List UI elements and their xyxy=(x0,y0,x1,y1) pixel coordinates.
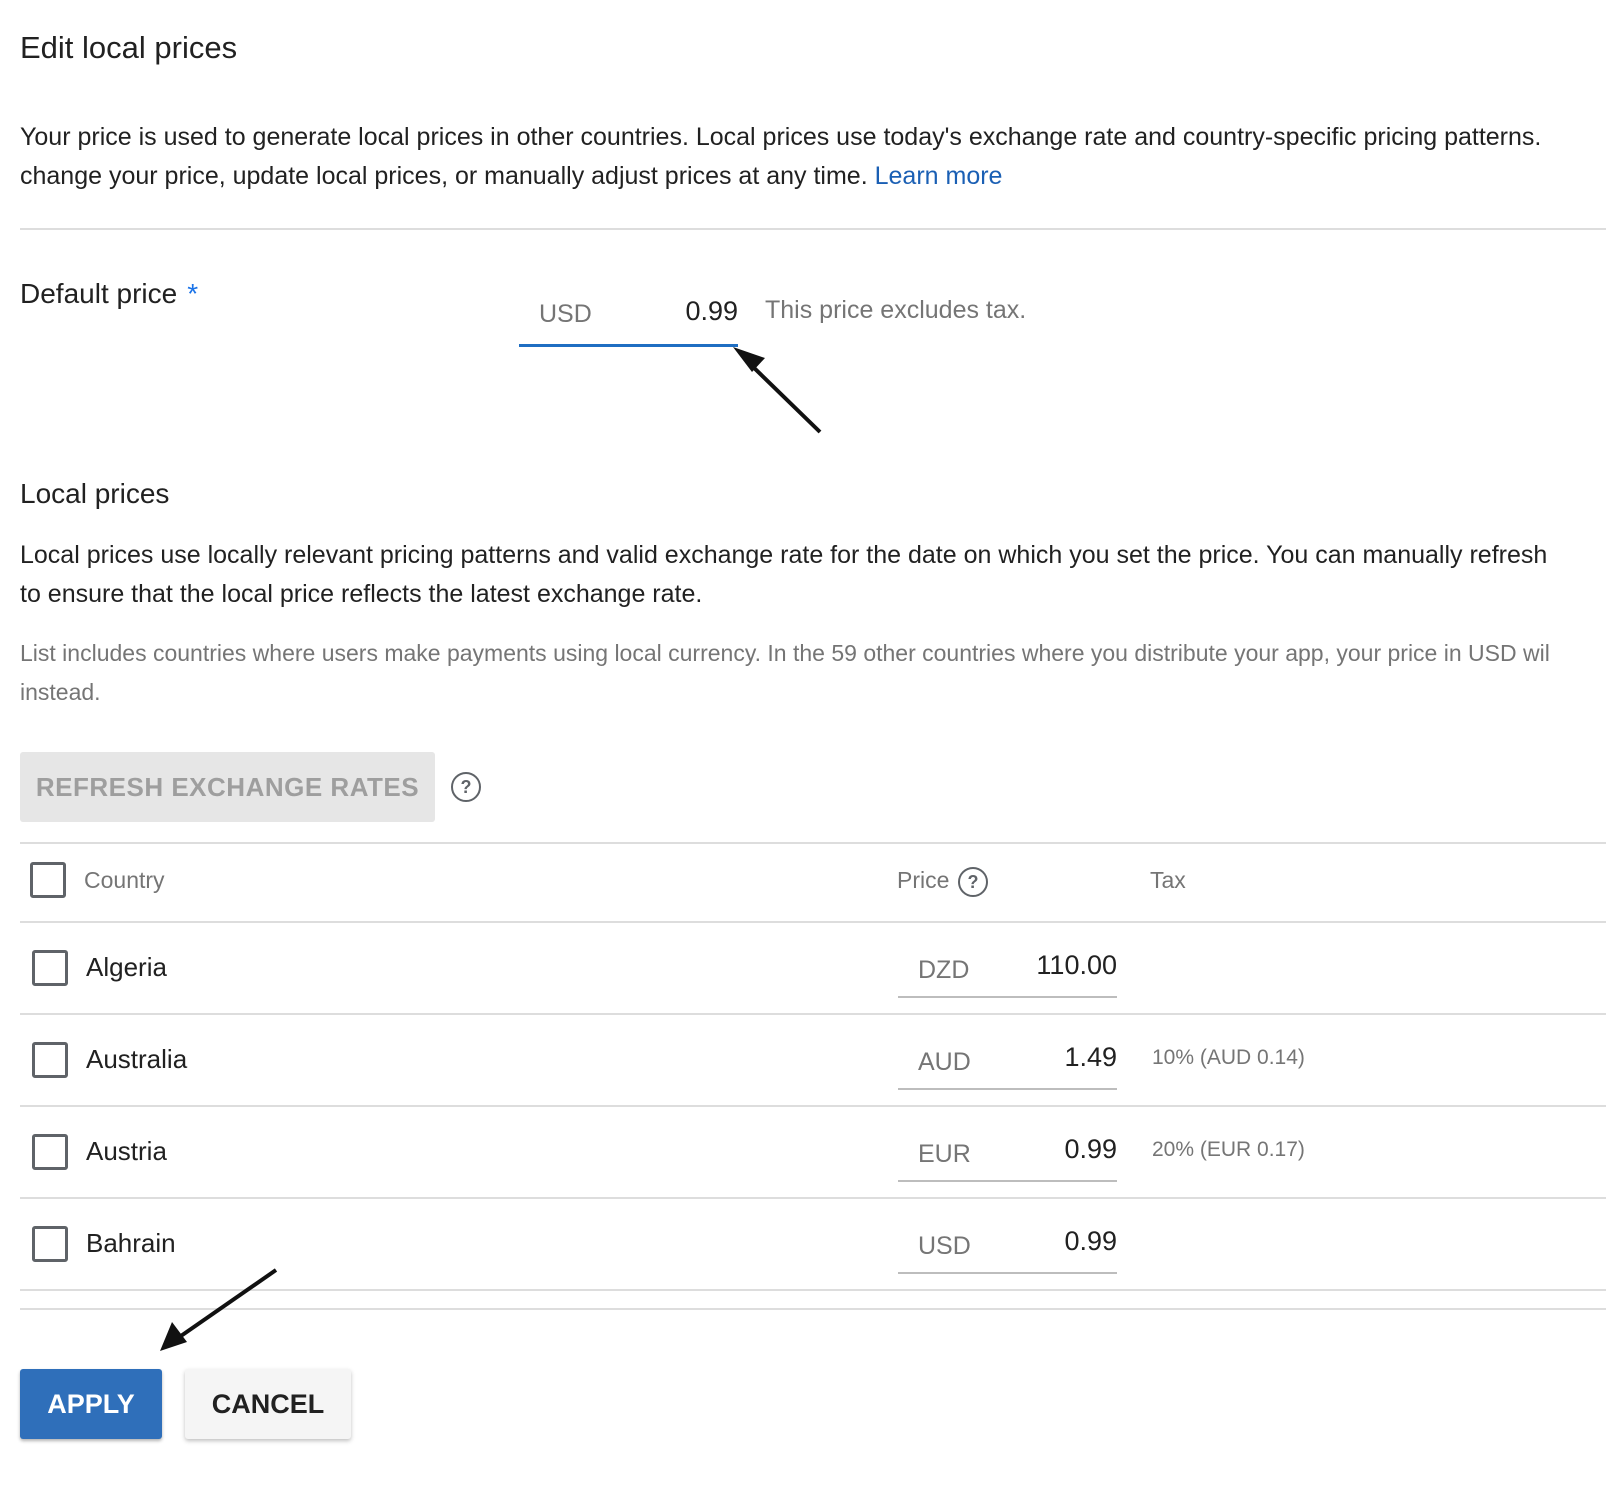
row-checkbox-austria[interactable] xyxy=(32,1134,68,1170)
intro-text: Your price is used to generate local pri… xyxy=(20,118,1606,196)
local-prices-description: Local prices use locally relevant pricin… xyxy=(20,541,1548,608)
price-input-australia[interactable]: AUD 1.49 xyxy=(898,1038,1117,1090)
column-header-price: Price xyxy=(897,867,950,893)
cancel-button[interactable]: CANCEL xyxy=(185,1369,351,1439)
tax-value: 20% (EUR 0.17) xyxy=(1152,1138,1305,1161)
divider xyxy=(20,228,1606,230)
table-row-divider xyxy=(20,1289,1606,1291)
price-currency: AUD xyxy=(918,1048,971,1076)
local-prices-title: Local prices xyxy=(20,478,170,509)
country-name: Austria xyxy=(86,1136,167,1166)
table-row-divider xyxy=(20,1105,1606,1107)
footer-divider xyxy=(20,1308,1606,1310)
tax-value: 10% (AUD 0.14) xyxy=(1152,1046,1305,1069)
table-row-divider xyxy=(20,1013,1606,1015)
country-name: Algeria xyxy=(86,952,167,982)
price-input-algeria[interactable]: DZD 110.00 xyxy=(898,946,1117,998)
intro-line-2: change your price, update local prices, … xyxy=(20,162,868,190)
price-value[interactable]: 0.99 xyxy=(1064,1226,1117,1257)
price-value[interactable]: 110.00 xyxy=(1036,950,1117,981)
default-price-value[interactable]: 0.99 xyxy=(685,296,738,327)
dialog-title: Edit local prices xyxy=(20,30,238,65)
price-help-icon[interactable]: ? xyxy=(958,867,988,897)
table-row-divider xyxy=(20,1197,1606,1199)
row-checkbox-bahrain[interactable] xyxy=(32,1226,68,1262)
column-header-country[interactable]: Country xyxy=(84,867,165,894)
table-top-divider xyxy=(20,842,1606,844)
price-currency: DZD xyxy=(918,956,970,984)
apply-button[interactable]: APPLY xyxy=(20,1369,162,1439)
intro-line-1: Your price is used to generate local pri… xyxy=(20,123,1542,151)
tax-note: This price excludes tax. xyxy=(765,296,1027,324)
country-name: Australia xyxy=(86,1044,188,1074)
default-price-currency: USD xyxy=(539,300,592,328)
price-value[interactable]: 0.99 xyxy=(1064,1134,1117,1165)
default-price-label: Default price * xyxy=(20,278,199,309)
price-currency: USD xyxy=(918,1232,971,1260)
price-input-austria[interactable]: EUR 0.99 xyxy=(898,1130,1117,1182)
price-value[interactable]: 1.49 xyxy=(1064,1042,1117,1073)
table-row-divider xyxy=(20,921,1606,923)
country-name: Bahrain xyxy=(86,1228,176,1258)
column-header-tax: Tax xyxy=(1150,867,1186,893)
row-checkbox-australia[interactable] xyxy=(32,1042,68,1078)
required-marker: * xyxy=(187,278,199,309)
default-price-input[interactable]: USD 0.99 xyxy=(519,292,738,347)
help-circle-icon[interactable]: ? xyxy=(451,772,481,802)
price-input-bahrain[interactable]: USD 0.99 xyxy=(898,1222,1117,1274)
refresh-exchange-rates-button[interactable]: REFRESH EXCHANGE RATES xyxy=(20,752,435,822)
row-checkbox-algeria[interactable] xyxy=(32,950,68,986)
learn-more-link[interactable]: Learn more xyxy=(875,162,1003,190)
price-currency: EUR xyxy=(918,1140,971,1168)
list-note: List includes countries where users make… xyxy=(20,640,1550,705)
select-all-checkbox[interactable] xyxy=(30,862,66,898)
